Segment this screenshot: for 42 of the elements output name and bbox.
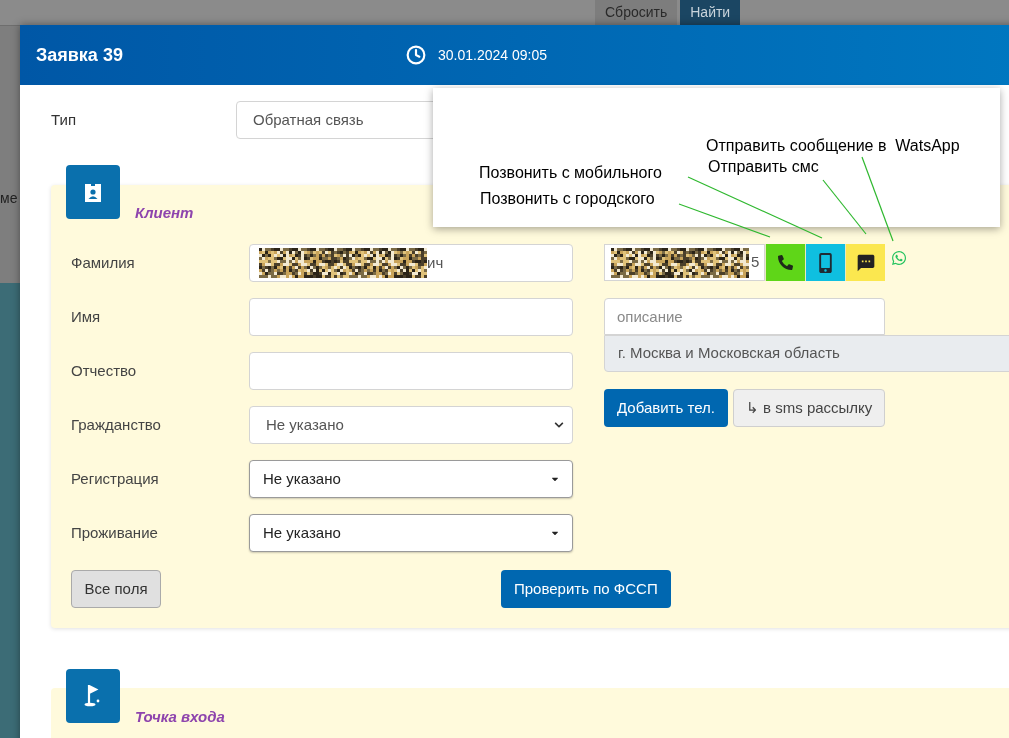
- sms-button[interactable]: [845, 244, 885, 281]
- golf-flag-icon: [84, 685, 102, 707]
- region-field: г. Москва и Московская область: [604, 335, 1009, 372]
- add-phone-button[interactable]: Добавить тел.: [604, 389, 728, 427]
- toolbar-button[interactable]: Найти: [680, 0, 741, 25]
- select-field[interactable]: Не указано: [249, 406, 573, 444]
- section-title: Точка входа: [135, 707, 225, 727]
- check-button[interactable]: Проверить по ФССП: [501, 570, 671, 608]
- id-badge-icon: [84, 182, 102, 202]
- all-fields-button[interactable]: Все поля: [71, 570, 161, 608]
- mobile-phone-icon: [818, 252, 833, 273]
- annotation-text: Отправить сообщение в WatsApp: [706, 137, 960, 155]
- description-field[interactable]: описание: [604, 298, 885, 335]
- phone-field[interactable]: 5: [604, 244, 765, 281]
- text-field[interactable]: ич: [249, 244, 573, 282]
- field-label: Тип: [51, 109, 77, 130]
- datetime-text: 30.01.2024 09:05: [438, 45, 547, 65]
- text-field[interactable]: [249, 352, 573, 390]
- chevron-icon: [554, 420, 564, 430]
- toolbar-button[interactable]: Сбросить: [595, 0, 678, 25]
- field-label: Отчество: [71, 360, 138, 381]
- field-label: Имя: [71, 306, 102, 327]
- field-label: Регистрация: [71, 468, 160, 489]
- call-button[interactable]: [765, 244, 805, 281]
- clock-icon: [406, 45, 426, 65]
- phone-icon: [778, 255, 793, 270]
- mobile-call-button[interactable]: [805, 244, 845, 281]
- annotation-text: Отправить смс: [708, 158, 819, 176]
- sms-list-button[interactable]: ↳ в sms рассылку: [732, 389, 886, 427]
- annotation-text: Позвонить с городского: [480, 190, 655, 208]
- dropdown-field[interactable]: Не указано: [249, 514, 573, 552]
- field-label: Проживание: [71, 522, 159, 543]
- text-field[interactable]: [249, 298, 573, 336]
- annotation-text: Позвонить с мобильного: [479, 164, 662, 182]
- window-title: Заявка 39: [36, 43, 124, 67]
- field-label: Фамилия: [71, 252, 136, 273]
- field-label: Гражданство: [71, 414, 162, 435]
- dropdown-field[interactable]: Не указано: [249, 460, 573, 498]
- table-cell: ме: [0, 191, 18, 205]
- field-value: ич: [427, 252, 444, 273]
- chat-bubble-icon: [855, 252, 876, 273]
- section-title: Клиент: [135, 203, 194, 223]
